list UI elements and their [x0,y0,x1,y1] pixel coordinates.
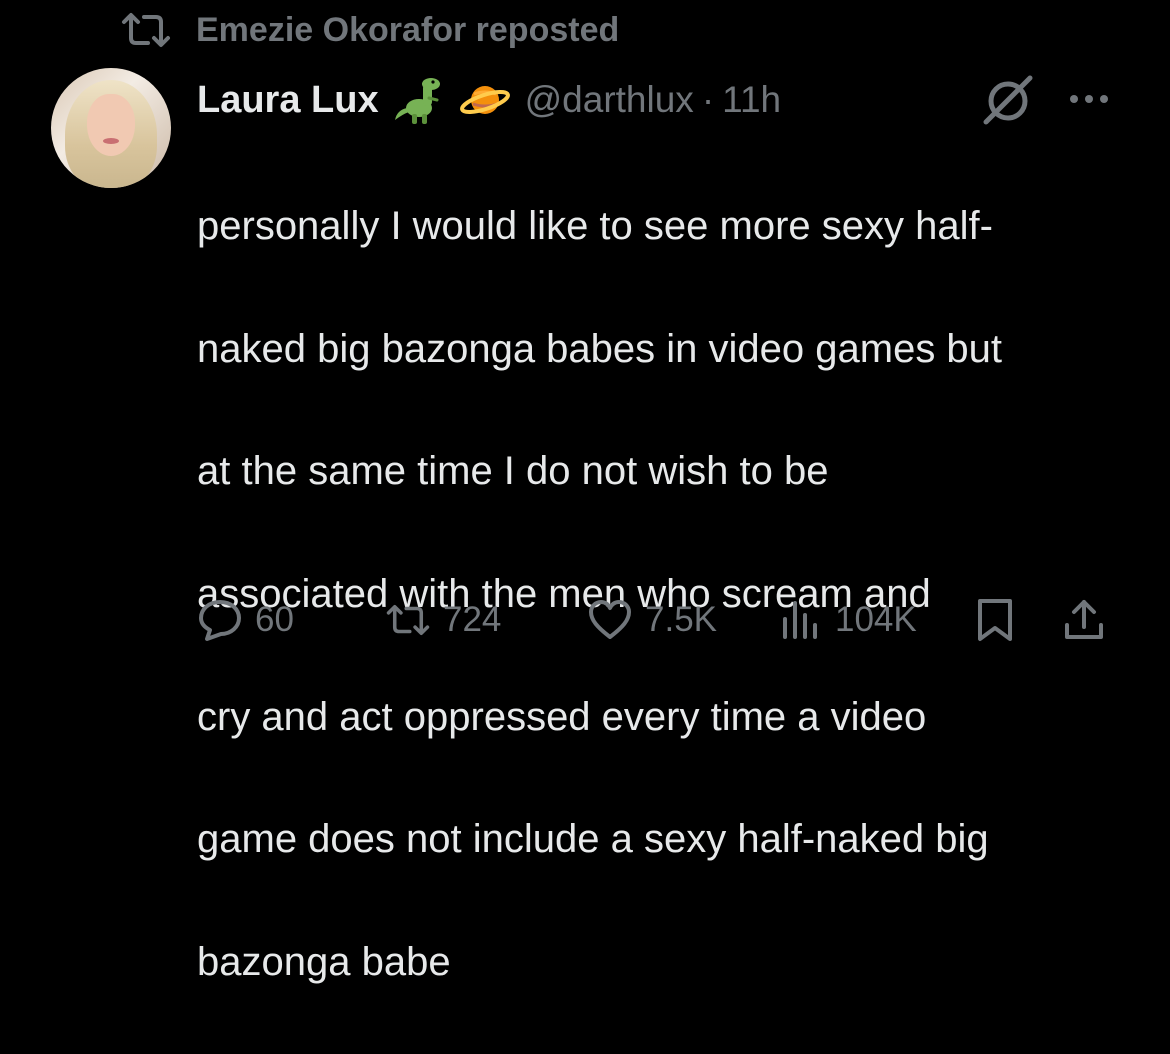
author-handle[interactable]: @darthlux [525,79,694,121]
repost-context[interactable]: Emezie Okorafor reposted [120,8,619,52]
share-button[interactable] [1061,592,1107,648]
planet-emoji [459,74,511,126]
tweet-text-line: naked big bazonga babes in video games b… [197,326,1003,371]
timestamp[interactable]: 11h [722,79,781,121]
action-bar: 60 724 7.5K 104K [197,592,1127,648]
repost-icon [122,13,170,47]
repost-count: 724 [443,600,502,639]
tweet-text-line: bazonga babe [197,939,451,984]
bookmark-button[interactable] [972,592,1018,648]
reply-count: 60 [255,600,294,639]
tweet-text-line: personally I would like to see more sexy… [197,204,993,249]
reply-icon [199,600,241,641]
separator-dot: · [701,79,715,120]
repost-text: Emezie Okorafor reposted [196,10,620,49]
tweet-text-line: cry and act oppressed every time a video [197,694,927,739]
dinosaur-emoji [393,74,445,126]
tweet-text-line: at the same time I do not wish to be [197,449,829,494]
more-options-icon[interactable] [1066,84,1112,114]
avatar[interactable] [51,68,171,188]
repost-button[interactable]: 724 [385,592,501,648]
like-button[interactable]: 7.5K [587,592,717,648]
heart-icon [589,600,631,639]
tweet-text-line: game does not include a sexy half-naked … [197,817,989,862]
grok-icon[interactable] [980,74,1036,126]
views-chart-icon [783,601,817,639]
views-count: 104K [835,600,917,639]
author-name[interactable]: Laura Lux [197,79,379,122]
tweet-header: Laura Lux @darthlux · 11h [197,72,1110,128]
views-button[interactable]: 104K [777,592,917,648]
like-count: 7.5K [645,600,717,639]
share-icon [1065,600,1103,639]
reply-button[interactable]: 60 [197,592,294,648]
bookmark-icon [978,599,1012,641]
repost-icon [386,604,430,636]
